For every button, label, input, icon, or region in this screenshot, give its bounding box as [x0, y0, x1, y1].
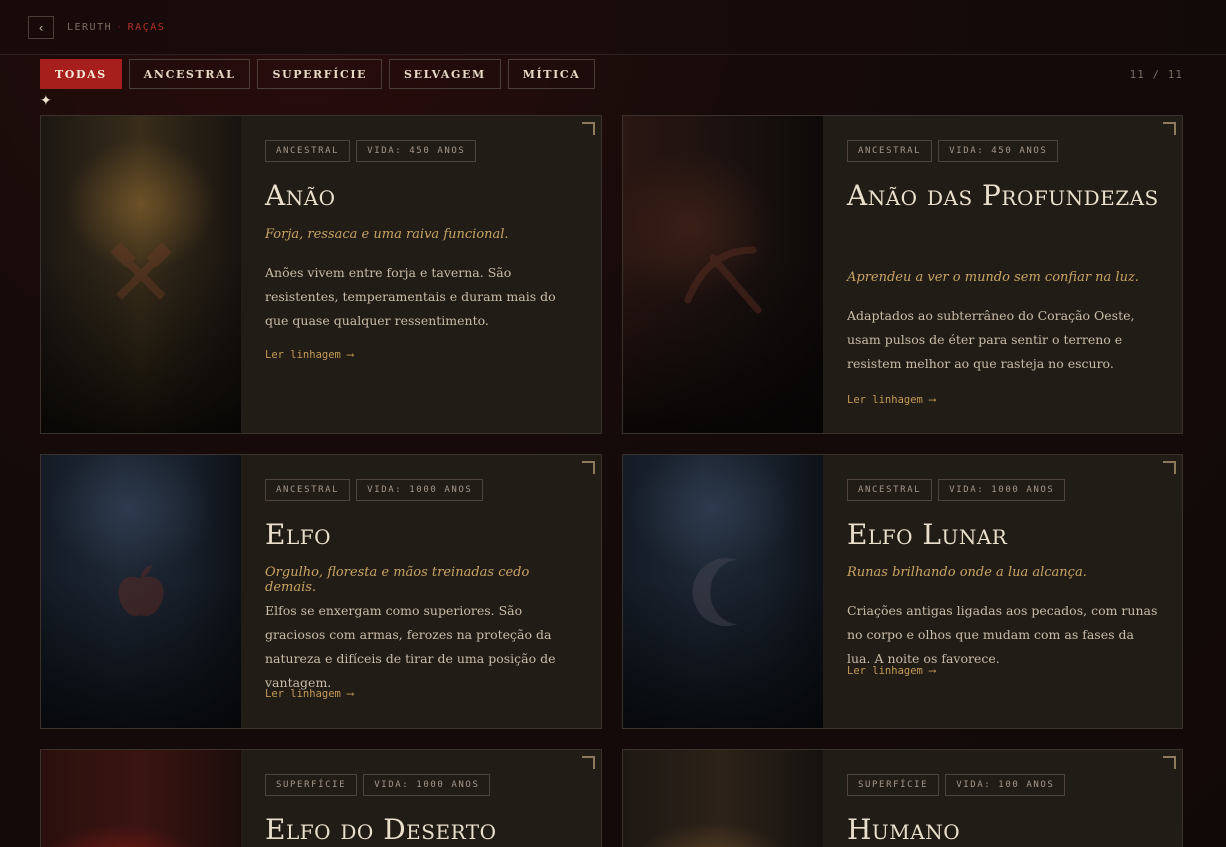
- breadcrumb-item-home[interactable]: LERUTH: [67, 22, 112, 33]
- race-title: Anão: [265, 179, 336, 212]
- category-tag: SUPERFÍCIE: [847, 774, 940, 796]
- read-lineage-link[interactable]: Ler linhagem ⟶: [265, 349, 354, 361]
- race-description: Criações antigas ligadas aos pecados, co…: [847, 603, 1158, 666]
- filter-tab-superficie[interactable]: SUPERFÍCIE: [257, 59, 383, 89]
- race-info-panel: ANCESTRAL VIDA: 450 ANOS Anão Forja, res…: [241, 116, 601, 433]
- race-title: Elfo do Deserto: [265, 813, 497, 846]
- race-description: Anões vivem entre forja e taverna. São r…: [265, 265, 556, 328]
- race-description: Elfos se enxergam como superiores. São g…: [265, 603, 556, 690]
- crescent-moon-icon: [688, 552, 758, 632]
- race-card-elfo[interactable]: ANCESTRAL VIDA: 1000 ANOS Elfo Orgulho, …: [40, 454, 602, 729]
- sparkle-icon: ✦: [40, 93, 52, 109]
- corner-ornament: [582, 461, 595, 474]
- category-tag: ANCESTRAL: [265, 140, 351, 162]
- race-tagline: Runas brilhando onde a lua alcança.: [847, 565, 1087, 580]
- filter-tab-mitica[interactable]: MÍTICA: [507, 59, 596, 89]
- race-description: Adaptados ao subterrâneo do Coração Oest…: [847, 308, 1135, 371]
- pickaxe-icon: [678, 230, 768, 320]
- race-card-anao-das-profundezas[interactable]: ANCESTRAL VIDA: 450 ANOS Anão das Profun…: [622, 115, 1183, 434]
- lifespan-tag: VIDA: 100 ANOS: [945, 774, 1066, 796]
- top-bar: ‹ LERUTH · RAÇAS: [0, 0, 1226, 55]
- race-card-humano[interactable]: SUPERFÍCIE VIDA: 100 ANOS Humano: [622, 749, 1183, 847]
- race-art: [623, 750, 823, 847]
- lifespan-tag: VIDA: 450 ANOS: [356, 140, 477, 162]
- back-button[interactable]: ‹: [28, 16, 54, 39]
- race-tagline: Forja, ressaca e uma raiva funcional.: [265, 227, 509, 242]
- race-title: Humano: [847, 813, 961, 846]
- race-art: [41, 750, 241, 847]
- results-counter: 11 / 11: [1129, 68, 1183, 81]
- race-title: Anão das Profundezas: [847, 179, 1159, 212]
- filter-tabs: TODAS ANCESTRAL SUPERFÍCIE SELVAGEM MÍTI…: [40, 59, 596, 89]
- breadcrumb: LERUTH · RAÇAS: [67, 22, 165, 33]
- race-card-anao[interactable]: ANCESTRAL VIDA: 450 ANOS Anão Forja, res…: [40, 115, 602, 434]
- category-tag: ANCESTRAL: [847, 479, 933, 501]
- category-tag: ANCESTRAL: [265, 479, 351, 501]
- breadcrumb-item-current: RAÇAS: [127, 22, 166, 33]
- race-art: [623, 455, 823, 728]
- race-info-panel: SUPERFÍCIE VIDA: 1000 ANOS Elfo do Deser…: [241, 750, 601, 847]
- crossed-hammers-icon: [106, 240, 176, 310]
- read-lineage-link[interactable]: Ler linhagem ⟶: [847, 665, 936, 677]
- race-art: [623, 116, 823, 433]
- race-info-panel: ANCESTRAL VIDA: 1000 ANOS Elfo Lunar Run…: [823, 455, 1182, 728]
- race-art: [41, 455, 241, 728]
- race-title: Elfo Lunar: [847, 518, 1008, 551]
- filter-tab-todas[interactable]: TODAS: [40, 59, 122, 89]
- filter-tab-selvagem[interactable]: SELVAGEM: [389, 59, 501, 89]
- filter-tab-ancestral[interactable]: ANCESTRAL: [128, 59, 251, 89]
- corner-ornament: [1163, 756, 1176, 769]
- race-info-panel: ANCESTRAL VIDA: 450 ANOS Anão das Profun…: [823, 116, 1182, 433]
- lifespan-tag: VIDA: 1000 ANOS: [938, 479, 1066, 501]
- lifespan-tag: VIDA: 1000 ANOS: [356, 479, 484, 501]
- apple-icon: [106, 557, 176, 627]
- race-tagline: Orgulho, floresta e mãos treinadas cedo …: [265, 565, 530, 595]
- corner-ornament: [1163, 461, 1176, 474]
- category-tag: SUPERFÍCIE: [265, 774, 358, 796]
- race-title: Elfo: [265, 518, 331, 551]
- race-card-elfo-lunar[interactable]: ANCESTRAL VIDA: 1000 ANOS Elfo Lunar Run…: [622, 454, 1183, 729]
- race-card-elfo-do-deserto[interactable]: SUPERFÍCIE VIDA: 1000 ANOS Elfo do Deser…: [40, 749, 602, 847]
- corner-ornament: [582, 122, 595, 135]
- race-art: [41, 116, 241, 433]
- lifespan-tag: VIDA: 450 ANOS: [938, 140, 1059, 162]
- race-tagline: Aprendeu a ver o mundo sem confiar na lu…: [847, 270, 1139, 285]
- corner-ornament: [1163, 122, 1176, 135]
- read-lineage-link[interactable]: Ler linhagem ⟶: [847, 394, 936, 406]
- race-info-panel: ANCESTRAL VIDA: 1000 ANOS Elfo Orgulho, …: [241, 455, 601, 728]
- read-lineage-link[interactable]: Ler linhagem ⟶: [265, 688, 354, 700]
- category-tag: ANCESTRAL: [847, 140, 933, 162]
- breadcrumb-separator: ·: [116, 22, 124, 33]
- corner-ornament: [582, 756, 595, 769]
- race-info-panel: SUPERFÍCIE VIDA: 100 ANOS Humano: [823, 750, 1182, 847]
- lifespan-tag: VIDA: 1000 ANOS: [363, 774, 491, 796]
